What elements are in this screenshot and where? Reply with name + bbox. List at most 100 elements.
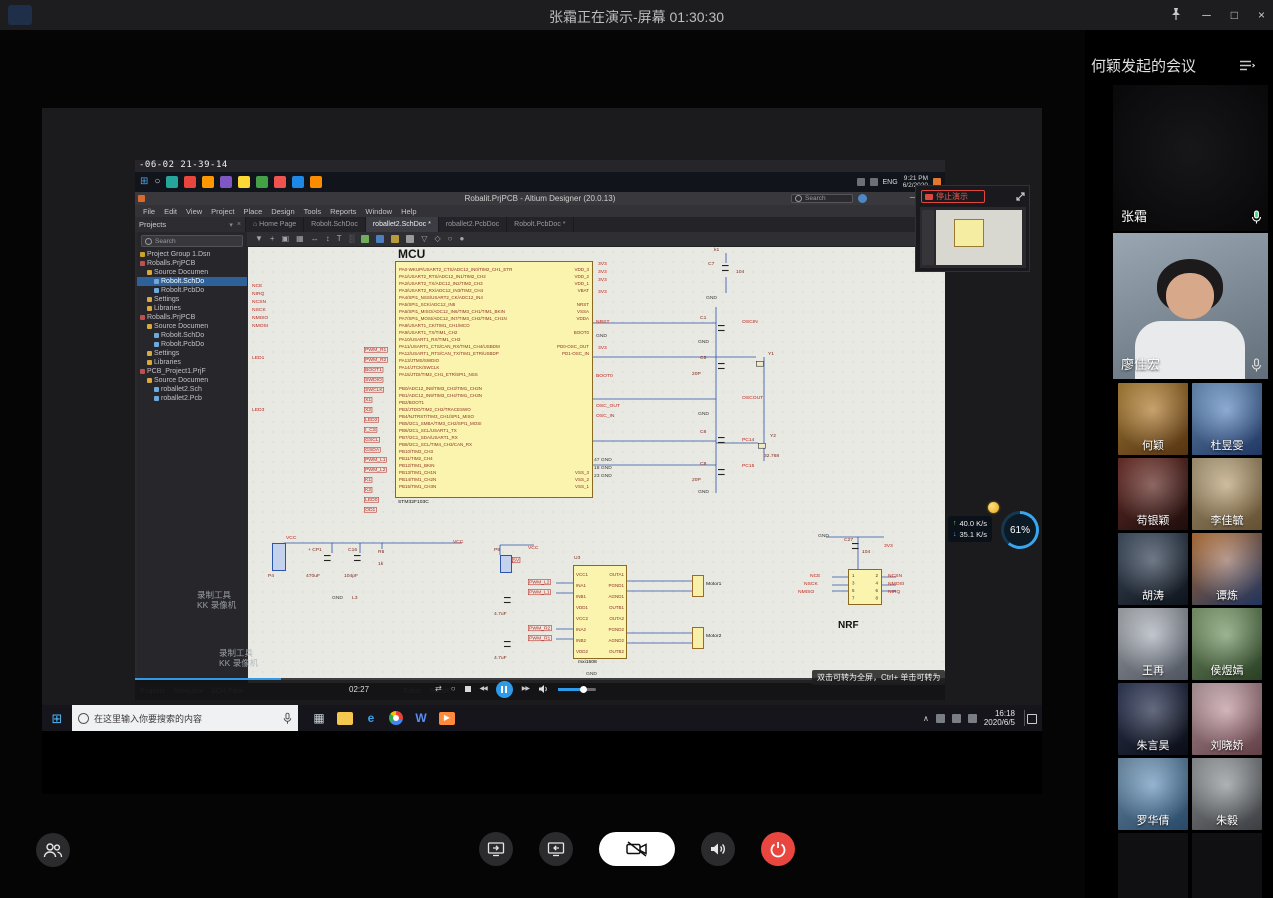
net-label-box: BOOT1 <box>364 367 383 373</box>
accelerator-ball[interactable]: 61% <box>1001 511 1039 549</box>
nrf-pins-left: 1 3 5 7 <box>852 572 855 602</box>
taskbar-app-icon: W <box>410 707 432 729</box>
document-tab: roballet2.PcbDoc <box>439 217 507 232</box>
switch-share-button[interactable] <box>539 832 573 866</box>
group-icon <box>140 252 145 257</box>
tree-item-label: Roballs.PrjPCB <box>147 260 195 267</box>
schematic-val: 104pF <box>344 573 358 578</box>
net-label-box: SWDIO <box>364 377 383 383</box>
player-time: 02:27 <box>349 685 369 694</box>
participant-name: 侯煜嫣 <box>1192 662 1262 678</box>
tree-item: Roballs.PrjPCB <box>137 259 247 268</box>
members-button[interactable] <box>36 833 70 867</box>
motor-driver-component: VCC1 INA1 INB1 VDD1 VCC2 INA2 INB2 VDD2 … <box>573 565 627 659</box>
meeting-app-window: 张霜正在演示-屏幕 01:30:30 ─ □ × -06-02 21-39-14… <box>0 0 1273 898</box>
tree-item: Robolt.PcbDo <box>137 286 247 295</box>
schematic-canvas: MCU PA0-WKUP/USART2_CTS/ADC12_IN0/TIM2_C… <box>248 247 945 683</box>
participant-layout-icon[interactable] <box>1239 59 1255 72</box>
participant-name: 王再 <box>1118 662 1188 678</box>
schematic-gnd: GND <box>706 295 717 300</box>
speaker-button[interactable] <box>701 832 735 866</box>
participant-tile[interactable]: 谭炼 <box>1192 533 1262 605</box>
tree-item: Robolt.SchDo <box>137 277 247 286</box>
medal-icon <box>988 502 999 513</box>
tree-item-label: Robolt.SchDo <box>161 278 204 285</box>
schematic-ybox <box>692 627 704 649</box>
participant-name: 何颖 <box>1118 437 1188 453</box>
tree-item-label: Source Documen <box>154 323 208 330</box>
participant-tile[interactable]: 侯煜嫣 <box>1192 608 1262 680</box>
tree-item-label: Robolt.PcbDo <box>161 341 204 348</box>
participant-tile[interactable]: 杜昱雯 <box>1192 383 1262 455</box>
expand-icon[interactable] <box>1016 192 1025 201</box>
participant-tile[interactable]: 李佳毓 <box>1192 458 1262 530</box>
tree-item: Settings <box>137 349 247 358</box>
search-mic-icon <box>283 712 292 725</box>
featured-tile[interactable]: 廖佳宏 <box>1113 233 1268 379</box>
participant-tile[interactable]: 朱言昊 <box>1118 683 1188 755</box>
tree-item: PCB_Project1.PrjF <box>137 367 247 376</box>
stop-sharing-button[interactable]: 停止演示 <box>921 190 985 203</box>
close-button[interactable]: × <box>1258 9 1265 21</box>
participant-grid[interactable]: 何颖杜昱雯苟银颖李佳毓胡涛谭炼王再侯煜嫣朱言昊刘晓娇罗华倩朱毅 <box>1118 383 1262 898</box>
pause-button-icon <box>496 681 513 698</box>
leave-meeting-button[interactable] <box>761 832 795 866</box>
toolbar-icon: ◇ <box>434 235 440 243</box>
schematic-gnd: GND <box>698 489 709 494</box>
schematic-gnd: GND <box>818 533 829 538</box>
tree-item-label: roballet2.Pcb <box>161 395 202 402</box>
tree-item-label: Settings <box>154 296 179 303</box>
net-label-box: SWCLK <box>364 387 384 393</box>
minimize-button[interactable]: ─ <box>1202 9 1211 21</box>
mcu-component: PA0-WKUP/USART2_CTS/ADC12_IN0/TIM2_CH1_E… <box>395 261 593 498</box>
schematic-netbox: PWM_R2 <box>528 625 551 631</box>
participant-tile[interactable]: 王再 <box>1118 608 1188 680</box>
taskbar-app-icon <box>292 176 304 188</box>
schematic-net: NMOSI <box>888 581 904 586</box>
tree-item-label: Libraries <box>154 359 181 366</box>
net-label-box: K2 <box>364 487 372 493</box>
schematic-net: 3V3 <box>598 289 607 294</box>
schematic-net: VCC <box>528 545 538 550</box>
share-screen-button[interactable] <box>479 832 513 866</box>
maximize-button[interactable]: □ <box>1231 9 1238 21</box>
schematic-ref: C27 <box>844 537 853 542</box>
document-tab: Robolt.PcbDoc * <box>507 217 573 232</box>
projects-search-box: Search <box>141 235 243 247</box>
schematic-part: STM32F103C <box>398 499 429 504</box>
participant-name: 张霜 <box>1121 206 1147 225</box>
microphone-icon <box>1251 210 1262 225</box>
shared-screen[interactable]: -06-02 21-39-14 ⊞○ ENG 9:21 PM 6/2/2020 <box>42 108 1042 794</box>
menu-item: Window <box>365 207 392 216</box>
tree-item: Robolt.PcbDo <box>137 340 247 349</box>
taskbar-app-icon <box>184 176 196 188</box>
participant-tile[interactable]: 胡涛 <box>1118 533 1188 605</box>
altium-menubar: FileEditViewProjectPlaceDesignToolsRepor… <box>135 205 945 217</box>
schematic-xtal <box>758 443 766 449</box>
participant-name: 廖佳宏 <box>1121 354 1160 373</box>
net-label-box: GSCL <box>364 437 380 443</box>
toolbar-icon: + <box>270 235 275 243</box>
net-label-box: I_CS <box>364 427 377 433</box>
presenting-status-title: 张霜正在演示-屏幕 01:30:30 <box>0 7 1273 27</box>
menu-item: Project <box>211 207 234 216</box>
schematic-net: 3V3 <box>884 543 893 548</box>
participant-tile[interactable]: 何颖 <box>1118 383 1188 455</box>
participant-tile[interactable]: 罗华倩 <box>1118 758 1188 830</box>
tray-icon <box>952 714 961 723</box>
tree-item: Libraries <box>137 358 247 367</box>
camera-off-button[interactable] <box>599 832 675 866</box>
driver-pins-left: VCC1 INA1 INB1 VDD1 VCC2 INA2 INB2 VDD2 <box>576 569 588 657</box>
participant-tile[interactable] <box>1118 833 1188 898</box>
document-tab: ⌂ Home Page <box>246 217 304 232</box>
participant-tile[interactable] <box>1192 833 1262 898</box>
participant-tile[interactable]: 朱毅 <box>1192 758 1262 830</box>
participant-tile[interactable]: 刘晓娇 <box>1192 683 1262 755</box>
featured-tile-presenter[interactable]: 张霜 <box>1113 85 1268 231</box>
pin-icon[interactable] <box>1170 7 1182 23</box>
tree-item: roballet2.Pcb <box>137 394 247 403</box>
schematic-netbox: PWM_L1 <box>528 589 551 595</box>
participant-tile[interactable]: 苟银颖 <box>1118 458 1188 530</box>
toolbar-icon: ▣ <box>282 235 290 243</box>
schematic-netbox: 5V <box>512 557 520 563</box>
